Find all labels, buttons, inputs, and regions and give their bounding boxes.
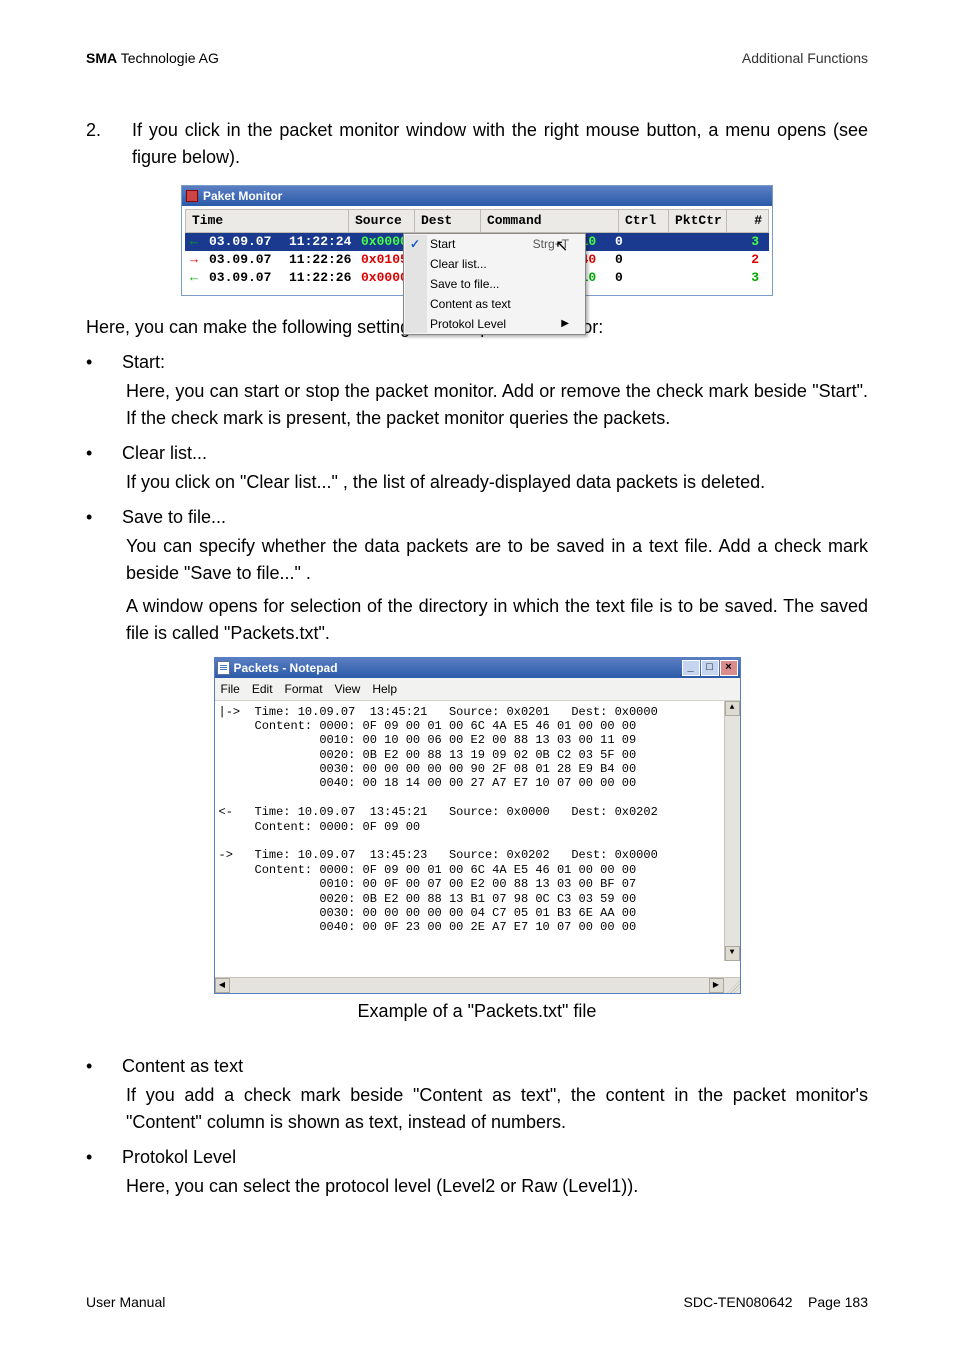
menu-help[interactable]: Help <box>372 680 397 698</box>
menu-view[interactable]: View <box>335 680 361 698</box>
header-left: SMA Technologie AG <box>86 48 219 69</box>
cell-hash: 3 <box>659 268 769 288</box>
scroll-right-icon[interactable]: ▶ <box>709 978 724 993</box>
notepad-menubar: File Edit Format View Help <box>215 678 740 701</box>
notepad-textarea[interactable]: |-> Time: 10.09.07 13:45:21 Source: 0x02… <box>215 701 740 977</box>
bullet-clear-label: Clear list... <box>122 440 868 467</box>
cell-date: 03.09.07 <box>203 268 283 288</box>
col-pktctr[interactable]: PktCtr <box>669 210 727 232</box>
pm-rows: ↖ ← 03.09.07 11:22:24 0x0000 0x10 0 3 → … <box>185 233 769 287</box>
col-hash[interactable]: # <box>727 210 768 232</box>
col-time[interactable]: Time <box>186 210 349 232</box>
col-ctrl[interactable]: Ctrl <box>619 210 669 232</box>
notepad-title: Packets - Notepad <box>234 659 338 677</box>
scroll-down-icon[interactable]: ▼ <box>725 946 740 961</box>
cell-date: 03.09.07 <box>203 250 283 270</box>
arrow-right-icon: → <box>185 250 203 270</box>
minimize-button[interactable]: _ <box>682 660 700 676</box>
page-footer: User Manual SDC-TEN080642 Page 183 <box>86 1294 868 1310</box>
figure-caption: Example of a "Packets.txt" file <box>86 998 868 1025</box>
bullet-protokol-text: Here, you can select the protocol level … <box>126 1173 868 1200</box>
bullet-save-text1: You can specify whether the data packets… <box>126 533 868 587</box>
cell-hash: 3 <box>659 232 769 252</box>
cell-pktctr: 0 <box>609 232 659 252</box>
menu-edit[interactable]: Edit <box>252 680 273 698</box>
bullet-save-label: Save to file... <box>122 504 868 531</box>
scroll-up-icon[interactable]: ▲ <box>725 701 740 716</box>
cell-time: 11:22:26 <box>283 250 355 270</box>
cell-date: 03.09.07 <box>203 232 283 252</box>
bullet-icon: • <box>86 504 100 531</box>
bullet-icon: • <box>86 1053 100 1080</box>
bullet-start-label: Start: <box>122 349 868 376</box>
resize-grip-icon[interactable] <box>724 977 740 993</box>
col-command[interactable]: Command <box>481 210 619 232</box>
horizontal-scrollbar[interactable]: ◀ ▶ <box>215 977 740 993</box>
bullet-content-text: If you add a check mark beside "Content … <box>126 1082 868 1136</box>
cell-time: 11:22:24 <box>283 232 355 252</box>
paket-monitor-title: Paket Monitor <box>203 187 282 205</box>
menu-item-protokol-level[interactable]: Protokol Level ▶ <box>404 314 585 334</box>
menu-item-content-as-text[interactable]: Content as text <box>404 294 585 314</box>
cell-time: 11:22:26 <box>283 268 355 288</box>
paket-monitor-window: Paket Monitor Time Source Dest Command C… <box>181 185 773 296</box>
notepad-titlebar[interactable]: Packets - Notepad _ □ × <box>215 658 740 678</box>
notepad-window: Packets - Notepad _ □ × File Edit Format… <box>214 657 741 994</box>
menu-item-save-to-file[interactable]: Save to file... <box>404 274 585 294</box>
bullet-start-text: Here, you can start or stop the packet m… <box>126 378 868 432</box>
step-text: If you click in the packet monitor windo… <box>132 117 868 171</box>
bullet-icon: • <box>86 349 100 376</box>
bullet-icon: • <box>86 440 100 467</box>
notepad-text: |-> Time: 10.09.07 13:45:21 Source: 0x02… <box>219 705 658 935</box>
submenu-arrow-icon: ▶ <box>561 316 569 331</box>
scroll-left-icon[interactable]: ◀ <box>215 978 230 993</box>
col-source[interactable]: Source <box>349 210 415 232</box>
step-number: 2. <box>86 117 106 171</box>
cell-pktctr: 0 <box>609 268 659 288</box>
paket-monitor-app-icon <box>186 190 198 202</box>
bullet-clear-text: If you click on "Clear list..." , the li… <box>126 469 868 496</box>
notepad-doc-icon <box>217 661 230 675</box>
pm-column-headers: Time Source Dest Command Ctrl PktCtr # <box>185 209 769 233</box>
arrow-left-icon: ← <box>185 268 203 288</box>
footer-right: SDC-TEN080642 Page 183 <box>684 1294 868 1310</box>
paket-monitor-titlebar[interactable]: Paket Monitor <box>182 186 772 206</box>
bullet-protokol-label: Protokol Level <box>122 1144 868 1171</box>
footer-left: User Manual <box>86 1294 165 1310</box>
page-header: SMA Technologie AG Additional Functions <box>86 48 868 69</box>
header-right: Additional Functions <box>742 48 868 69</box>
bullet-icon: • <box>86 1144 100 1171</box>
cell-pktctr: 0 <box>609 250 659 270</box>
cell-hash: 2 <box>659 250 769 270</box>
cursor-icon: ↖ <box>555 235 568 259</box>
maximize-button[interactable]: □ <box>701 660 719 676</box>
vertical-scrollbar[interactable]: ▲ ▼ <box>724 701 740 961</box>
bullet-content-label: Content as text <box>122 1053 868 1080</box>
arrow-left-icon: ← <box>185 232 203 252</box>
menu-format[interactable]: Format <box>285 680 323 698</box>
close-button[interactable]: × <box>720 660 738 676</box>
bullet-save-text2: A window opens for selection of the dire… <box>126 593 868 647</box>
col-dest[interactable]: Dest <box>415 210 481 232</box>
menu-file[interactable]: File <box>221 680 240 698</box>
